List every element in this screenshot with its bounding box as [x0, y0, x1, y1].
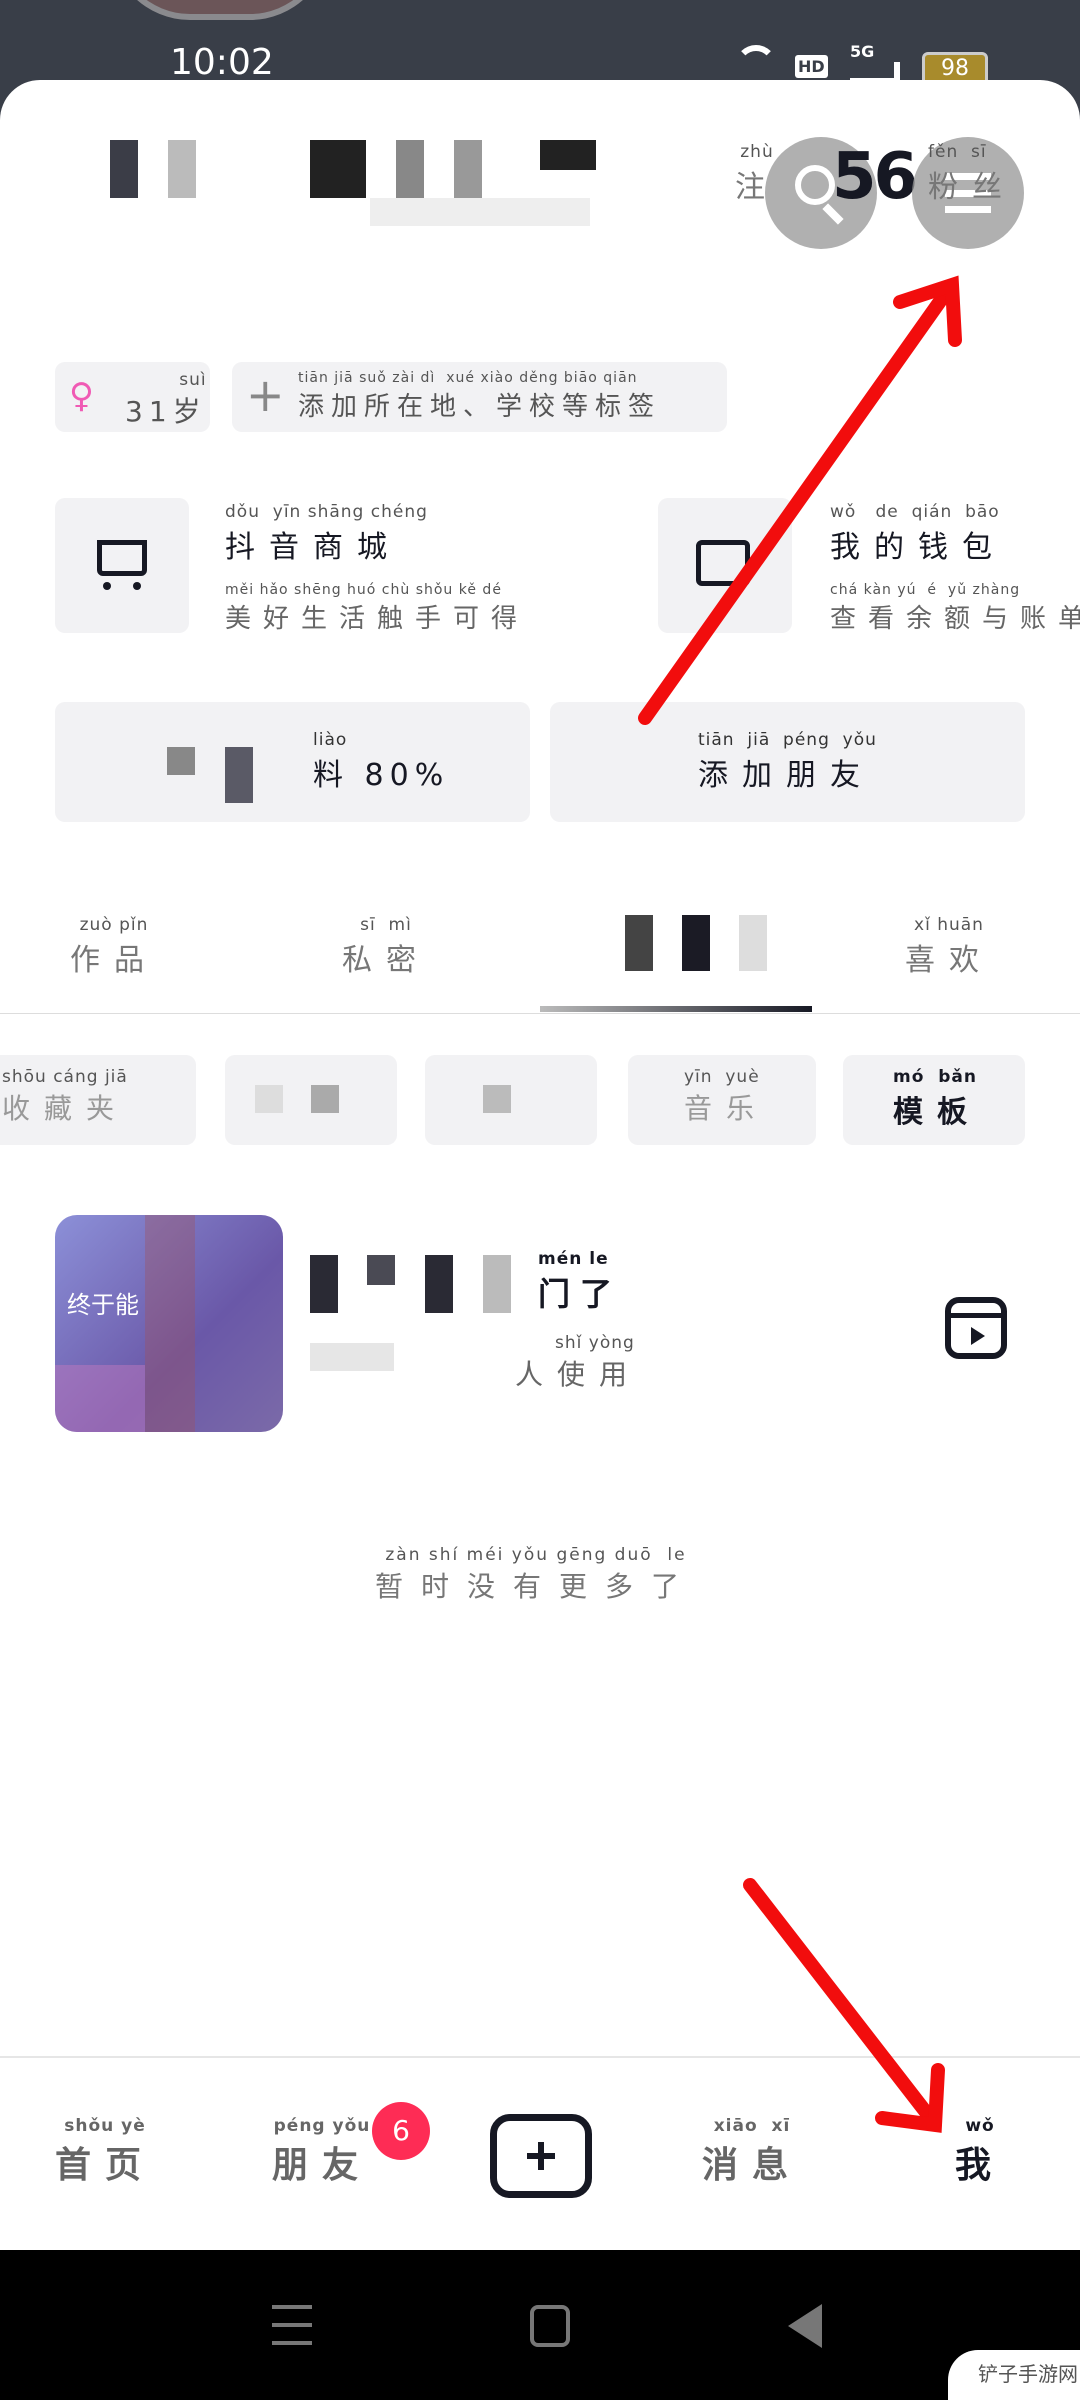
- arrow-to-menu: [638, 275, 962, 725]
- arrow-to-me-tab: [743, 1878, 945, 2133]
- annotation-arrows: [638, 275, 962, 2133]
